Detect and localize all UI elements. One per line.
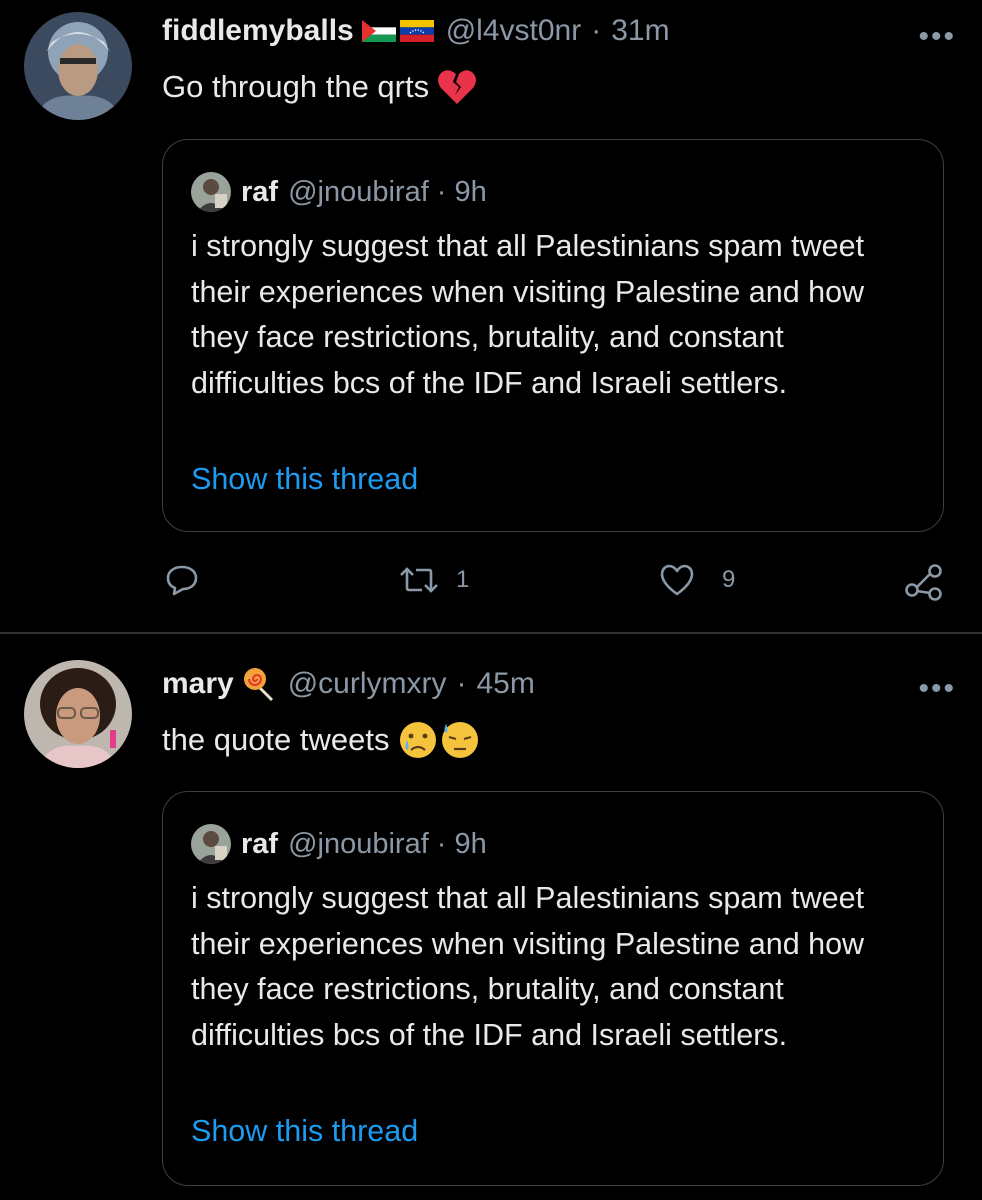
venezuela-flag-icon: [399, 20, 434, 42]
quoted-avatar: [191, 824, 231, 864]
quoted-handle: @jnoubiraf: [288, 827, 429, 860]
quoted-tweet-card[interactable]: raf @jnoubiraf · 9h i strongly suggest t…: [162, 791, 944, 1186]
tweet-text-content: Go through the qrts: [162, 69, 430, 104]
quoted-tweet-header: raf @jnoubiraf · 9h: [191, 172, 487, 212]
tweet-text: Go through the qrts: [162, 68, 477, 106]
lollipop-icon: [243, 668, 273, 702]
show-thread-link[interactable]: Show this thread: [191, 462, 418, 497]
heart-icon: [660, 564, 694, 596]
like-count: 9: [722, 566, 736, 593]
downcast-sweat-face-icon: [441, 722, 478, 758]
quoted-display-name: raf: [241, 175, 279, 208]
separator: ·: [436, 175, 447, 208]
tweet-actions: 1 9: [162, 562, 952, 602]
timestamp[interactable]: 31m: [611, 14, 669, 48]
tweet[interactable]: fiddlemyballs @l4vst0nr · 31m ••• Go thr…: [0, 0, 982, 632]
like-button[interactable]: 9: [658, 562, 735, 598]
more-options-button[interactable]: •••: [918, 22, 956, 52]
quoted-tweet-header: raf @jnoubiraf · 9h: [191, 824, 487, 864]
separator: ·: [591, 14, 602, 47]
retweet-button[interactable]: 1: [398, 562, 469, 598]
display-name[interactable]: mary: [162, 667, 234, 701]
tweet-text-content: the quote tweets: [162, 722, 390, 757]
share-button[interactable]: [904, 562, 944, 602]
display-name[interactable]: fiddlemyballs: [162, 14, 354, 48]
handle[interactable]: @curlymxry: [288, 667, 447, 701]
quoted-tweet-card[interactable]: raf @jnoubiraf · 9h i strongly suggest t…: [162, 139, 944, 532]
quoted-timestamp: 9h: [454, 827, 487, 860]
quoted-tweet-text: i strongly suggest that all Palestinians…: [191, 881, 865, 1052]
timestamp[interactable]: 45m: [477, 667, 535, 701]
show-thread-link[interactable]: Show this thread: [191, 1114, 418, 1149]
tweet-text: the quote tweets: [162, 720, 480, 760]
separator: ·: [436, 827, 447, 860]
retweet-count: 1: [456, 566, 470, 593]
quoted-tweet-text: i strongly suggest that all Palestinians…: [191, 229, 865, 400]
tweet-header: mary @curlymxry · 45m: [162, 666, 535, 702]
separator: ·: [456, 667, 467, 700]
tweet-header: fiddlemyballs @l4vst0nr · 31m: [162, 14, 670, 48]
handle[interactable]: @l4vst0nr: [446, 14, 582, 48]
reply-icon: [166, 565, 198, 596]
quoted-avatar: [191, 172, 231, 212]
quoted-display-name: raf: [241, 827, 279, 860]
retweet-icon: [400, 567, 438, 593]
crying-face-icon: [399, 722, 436, 758]
tweet[interactable]: mary @curlymxry · 45m ••• the quote twee…: [0, 634, 982, 1200]
share-icon: [905, 564, 942, 601]
quoted-handle: @jnoubiraf: [288, 175, 429, 208]
broken-heart-icon: [438, 70, 477, 104]
more-options-button[interactable]: •••: [918, 674, 956, 704]
quoted-timestamp: 9h: [454, 175, 487, 208]
avatar[interactable]: [24, 660, 132, 768]
reply-button[interactable]: [164, 562, 200, 598]
avatar[interactable]: [24, 12, 132, 120]
palestine-flag-icon: [361, 20, 396, 42]
